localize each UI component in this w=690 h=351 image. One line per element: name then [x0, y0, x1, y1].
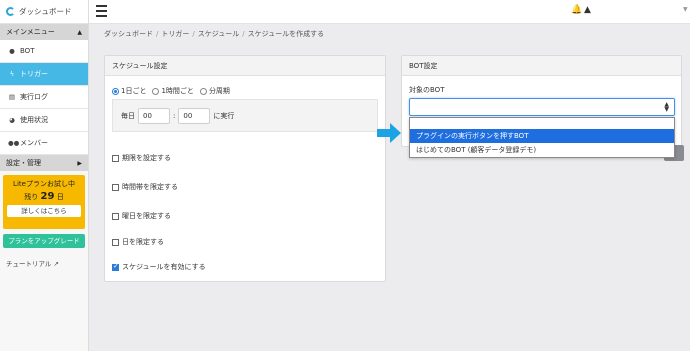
target-bot-select[interactable]: ▲ ▼	[409, 98, 675, 116]
log-icon: ▤	[8, 93, 16, 101]
trial-remaining: 残り 29 日	[24, 191, 64, 202]
main-menu-header[interactable]: メインメニュー ▲	[0, 24, 88, 40]
checkbox-deadline[interactable]: 期限を設定する	[112, 153, 171, 163]
robot-icon: ●	[9, 47, 15, 55]
chevron-down-icon[interactable]: ▼	[683, 6, 688, 13]
sidebar-item-members[interactable]: ●● メンバー	[0, 132, 88, 155]
exec-label: に実行	[213, 111, 235, 120]
tutorial-link[interactable]: チュートリアル ↗	[6, 258, 88, 268]
sidebar-item-log[interactable]: ▤ 実行ログ	[0, 86, 88, 109]
daily-time-panel: 毎日 00 : 00 に実行	[112, 99, 378, 132]
tutorial-label: チュートリアル	[6, 260, 52, 268]
external-link-icon: ↗	[53, 260, 59, 268]
schedule-card-title: スケジュール設定	[105, 56, 385, 76]
bot-dropdown-list: プラグインの実行ボタンを押すBOT はじめてのBOT (顧客データ登録デモ)	[409, 117, 675, 158]
plan-details-button[interactable]: 詳しくはこちら	[7, 205, 81, 217]
dropdown-empty-option[interactable]	[410, 118, 674, 129]
breadcrumb-schedule[interactable]: スケジュール	[198, 30, 240, 38]
radio-daily[interactable]: 1日ごと	[112, 86, 146, 96]
lite-plan-box: Liteプランお試し中 残り 29 日 詳しくはこちら	[3, 175, 85, 229]
checkbox-day[interactable]: 日を限定する	[112, 237, 164, 247]
select-caret-icon: ▲ ▼	[664, 101, 669, 113]
sidebar: ダッシュボード メインメニュー ▲ ● BOT ϟ トリガー ▤ 実行ログ ◕ …	[0, 0, 89, 351]
bolt-icon: ϟ	[9, 70, 15, 78]
dropdown-option-plugin-bot[interactable]: プラグインの実行ボタンを押すBOT	[410, 129, 674, 143]
brand-label: ダッシュボード	[19, 7, 72, 16]
settings-label: 設定・管理	[6, 159, 41, 167]
radio-minute-cycle[interactable]: 分周期	[199, 86, 230, 96]
target-bot-label: 対象のBOT	[409, 86, 445, 94]
sidebar-item-bot[interactable]: ● BOT	[0, 40, 88, 63]
top-header: 🔔 ▲ ▼	[89, 0, 690, 24]
daily-label: 毎日	[121, 111, 135, 120]
sidebar-item-usage[interactable]: ◕ 使用状況	[0, 109, 88, 132]
bot-card-title: BOT設定	[402, 56, 681, 76]
checkbox-time-range[interactable]: 時間帯を限定する	[112, 182, 178, 192]
checkbox-enable-schedule[interactable]: スケジュールを有効にする	[112, 262, 206, 272]
dashboard-link[interactable]: ダッシュボード	[0, 0, 88, 24]
sidebar-item-label: メンバー	[20, 139, 48, 147]
sidebar-item-label: 実行ログ	[20, 93, 48, 101]
radio-hourly[interactable]: 1時間ごと	[152, 86, 194, 96]
breadcrumb-current: スケジュールを作成する	[247, 30, 325, 38]
chevron-up-icon: ▲	[77, 28, 82, 36]
settings-header[interactable]: 設定・管理 ▶	[0, 155, 88, 171]
main-menu-label: メインメニュー	[6, 28, 55, 36]
chevron-right-icon: ▶	[77, 159, 82, 167]
pie-chart-icon: ◕	[9, 116, 15, 124]
time-colon: :	[173, 111, 176, 120]
breadcrumb: ダッシュボード / トリガー / スケジュール / スケジュールを作成する	[104, 30, 325, 38]
sidebar-item-label: BOT	[20, 47, 35, 55]
sidebar-item-trigger[interactable]: ϟ トリガー	[0, 63, 88, 86]
breadcrumb-trigger[interactable]: トリガー	[161, 30, 189, 38]
logo-icon	[6, 7, 15, 16]
users-icon: ●●	[8, 139, 20, 147]
sidebar-item-label: 使用状況	[20, 116, 48, 124]
dropdown-option-first-bot[interactable]: はじめてのBOT (顧客データ登録デモ)	[410, 143, 674, 157]
schedule-card: スケジュール設定 1日ごと 1時間ごと 分周期 毎日 00 : 00 に実行 期…	[104, 55, 386, 282]
minute-input[interactable]: 00	[178, 107, 211, 124]
hamburger-menu-icon[interactable]	[96, 5, 107, 17]
breadcrumb-dashboard[interactable]: ダッシュボード	[104, 30, 153, 38]
arrow-right-icon	[377, 123, 401, 143]
warning-icon[interactable]: ▲	[584, 5, 591, 15]
bell-icon[interactable]: 🔔	[571, 5, 582, 15]
upgrade-plan-button[interactable]: プランをアップグレード	[3, 234, 85, 248]
lite-plan-title: Liteプランお試し中	[13, 180, 75, 188]
hour-input[interactable]: 00	[138, 107, 170, 124]
trial-days: 29	[40, 191, 55, 202]
checkbox-weekday[interactable]: 曜日を限定する	[112, 211, 171, 221]
frequency-radio-group: 1日ごと 1時間ごと 分周期	[112, 86, 230, 96]
sidebar-item-label: トリガー	[20, 70, 48, 78]
